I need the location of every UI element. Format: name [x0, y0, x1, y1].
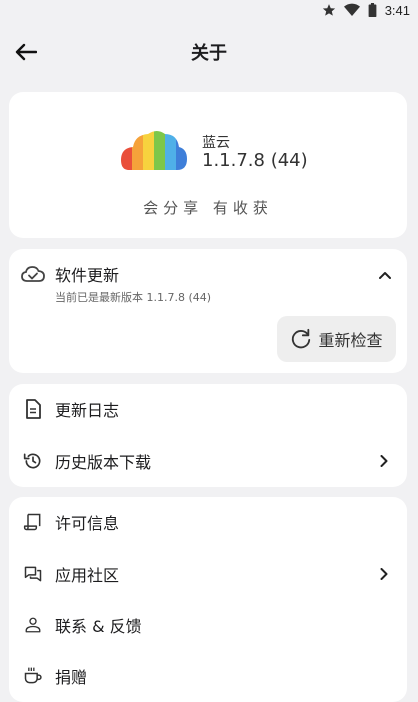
update-title: 软件更新	[55, 266, 120, 285]
license-item[interactable]: 许可信息	[9, 497, 407, 547]
status-time: 3:41	[384, 2, 410, 18]
contact-feedback-label: 联系 & 反馈	[55, 617, 142, 636]
chevron-up-icon	[379, 272, 391, 279]
history-download-label: 历史版本下载	[55, 453, 152, 472]
changelog-label: 更新日志	[55, 401, 120, 420]
donate-item[interactable]: 捐赠	[9, 651, 407, 701]
misc-card: 许可信息 应用社区 联系 & 反馈 捐赠	[9, 497, 407, 702]
wifi-icon	[343, 3, 360, 17]
recheck-button[interactable]: 重新检查	[277, 316, 396, 362]
changelog-item[interactable]: 更新日志	[9, 384, 407, 434]
app-version: 1.1.7.8 (44)	[202, 150, 308, 171]
donate-label: 捐赠	[55, 668, 88, 687]
collapse-button[interactable]	[377, 267, 393, 283]
history-download-item[interactable]: 历史版本下载	[9, 436, 407, 486]
app-bar: 关于	[0, 28, 418, 76]
chevron-right-icon	[377, 567, 391, 581]
star-icon	[322, 3, 336, 17]
arrow-left-icon	[15, 43, 37, 61]
forum-icon	[22, 563, 44, 585]
app-name: 蓝云	[202, 135, 230, 151]
coffee-icon	[22, 665, 44, 687]
license-scroll-icon	[22, 511, 44, 533]
history-icon	[22, 450, 44, 472]
back-button[interactable]	[10, 36, 42, 68]
cloud-check-icon	[21, 265, 45, 287]
recheck-label: 重新检查	[318, 331, 383, 350]
document-icon	[22, 398, 44, 420]
contact-feedback-item[interactable]: 联系 & 反馈	[9, 600, 407, 650]
app-info-card: 蓝云 1.1.7.8 (44) 会分享 有收获	[9, 92, 407, 238]
community-label: 应用社区	[55, 566, 120, 585]
license-label: 许可信息	[55, 514, 120, 533]
software-update-card: 软件更新 当前已是最新版本 1.1.7.8 (44) 重新检查	[9, 249, 407, 373]
refresh-icon	[292, 328, 311, 349]
update-status: 当前已是最新版本 1.1.7.8 (44)	[55, 291, 212, 304]
status-bar: 3:41	[0, 0, 418, 20]
app-logo	[121, 131, 187, 170]
page-title: 关于	[191, 43, 227, 64]
community-item[interactable]: 应用社区	[9, 549, 407, 599]
version-links-card: 更新日志 历史版本下载	[9, 384, 407, 487]
battery-icon	[368, 3, 377, 17]
chevron-right-icon	[377, 454, 391, 468]
person-icon	[22, 614, 44, 636]
app-slogan: 会分享 有收获	[143, 199, 273, 217]
